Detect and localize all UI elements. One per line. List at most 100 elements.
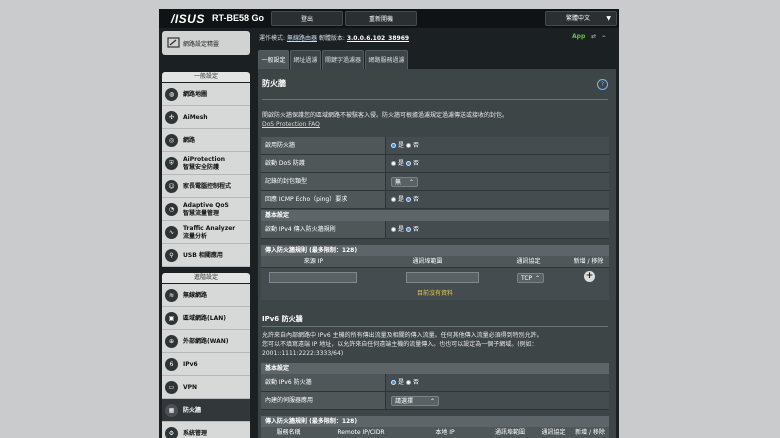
firewall-description: 開啟防火牆保護您的區域網路不被駭客入侵。防火牆可根據過濾規定過濾傳送或接收的封包… [262,112,509,119]
reboot-button[interactable]: 重新開機 [345,11,417,26]
col-port-range: 通訊埠範圍 [412,258,443,265]
col-remote-ip: Remote IP/CIDR [337,429,385,436]
sidebar-item-firewall[interactable]: ▦ 防火牆 [162,399,250,422]
sidebar-item-label: 無線網路 [183,292,208,299]
sidebar-item-label: 網路 [183,137,196,144]
help-icon[interactable]: ? [597,79,608,90]
quick-setup-button[interactable]: 網路設定精靈 [162,31,250,55]
radio-yes-label: 是 [398,142,405,149]
sidebar-item-ipv6[interactable]: 6 IPv6 [162,353,250,376]
radio-yes[interactable] [391,143,396,148]
sidebar-item-network-map[interactable]: ◍ 網路地圖 [162,83,250,106]
row-ipv4-inbound: 啟動 IPv4 傳入防火牆規則 是 否 [261,221,609,239]
radio-yes[interactable] [391,227,396,232]
sidebar-item-usb[interactable]: ⚲ USB 相關應用 [162,244,250,267]
sidebar-item-aiprotection[interactable]: ⛨ AiProtection 智慧安全防護 [162,152,250,175]
link-status-icon[interactable]: ⇄ [591,33,596,40]
col-local-ip: 本地 IP [435,429,455,436]
row-builtin-server-app: 內建的伺服器應用 請選擇 ⌃ [261,392,609,410]
ipv6-desc-3: 2001::1111:2222:3333/64) [262,350,344,357]
radio-no[interactable] [405,143,411,148]
logged-packets-wrap: 無 ⌃ [391,173,418,190]
enable-ipv6-firewall-radios: 是 否 [391,374,419,391]
logout-button[interactable]: 登出 [271,11,343,26]
inbound-rule-input-row: TCP ⌃ + [261,268,609,288]
radio-no[interactable] [405,161,411,166]
no-data-message: 目前沒有資料 [261,288,609,300]
ipv6-desc-2: 您可以不填寫遠端 IP 地址，以允許來自任何遠端主機的流量傳入。也也可以設定為一… [262,341,538,348]
globe-icon: ◎ [165,134,178,147]
tab-keyword-filter[interactable]: 關鍵字過濾器 [322,50,364,69]
firewall-panel: 防火牆 ? 開啟防火牆保護您的區域網路不被駭客入侵。防火牆可根據過濾規定過濾傳送… [258,69,616,438]
add-rule-button[interactable]: + [584,271,595,282]
sidebar-item-label: Traffic Analyzer [183,225,236,232]
asus-logo: /ISUS [171,12,205,26]
model-name: RT-BE58 Go [212,13,265,23]
sidebar-item-traffic-analyzer[interactable]: ∿ Traffic Analyzer 流量分析 [162,221,250,244]
radio-no-label: 否 [412,160,419,167]
tab-general[interactable]: 一般設定 [258,50,289,69]
radio-yes[interactable] [391,161,396,166]
port-range-input[interactable] [406,272,479,283]
usb-icon: ⚲ [165,249,178,262]
app-link[interactable]: App [572,33,585,40]
sidebar-item-label: AiMesh [183,114,208,121]
analyzer-icon: ∿ [165,226,178,239]
chevron-updown-icon: ⌃ [429,397,435,405]
sidebar-item-label: AiProtection [183,156,225,163]
radio-yes-label: 是 [398,160,405,167]
sidebar-item-sublabel: 智慧安全防護 [183,164,220,171]
sidebar-item-administration[interactable]: ⚙ 系統管理 [162,422,250,438]
status-icons: App ⇄ ⌁ [572,33,606,40]
logged-packets-select[interactable]: 無 ⌃ [391,176,418,187]
mode-value-link[interactable]: 無線路由器 [287,35,317,42]
radio-no[interactable] [405,227,411,232]
dos-faq-link[interactable]: DoS Protection FAQ [262,121,320,128]
sidebar-item-label: VPN [183,384,198,391]
sidebar-item-wireless[interactable]: ≋ 無線網路 [162,284,250,307]
language-select[interactable]: 繁體中文 ▼ [545,11,617,26]
radio-no-label: 否 [412,142,419,149]
source-ip-input[interactable] [269,272,357,283]
protocol-select[interactable]: TCP ⌃ [517,273,544,283]
sidebar-item-internet[interactable]: ◎ 網路 [162,129,250,152]
ipv6-rules-bar: 傳入防火牆規則 (最多限制：128) [261,416,609,427]
ipv6-basic-bar: 基本設定 [261,363,609,374]
radio-yes[interactable] [391,380,396,385]
usb-status-icon[interactable]: ⌁ [602,33,606,40]
firmware-version-link[interactable]: 3.0.0.6.102_38969 [347,35,409,42]
builtin-server-app-select[interactable]: 請選擇 ⌃ [391,395,439,406]
dos-faq-wrap: DoS Protection FAQ [262,120,607,129]
col-service-name: 服務名稱 [276,429,301,436]
col-protocol: 通訊協定 [516,258,541,265]
sidebar-item-qos[interactable]: ◔ Adaptive QoS 智慧流量管理 [162,198,250,221]
inbound-rules-bar: 傳入防火牆規則 (最多限制：128) [261,245,609,256]
select-value: TCP [521,275,533,282]
top-header: /ISUS RT-BE58 Go 登出 重新開機 繁體中文 ▼ [159,9,619,28]
radio-yes[interactable] [391,197,396,202]
radio-yes-label: 是 [398,379,405,386]
vpn-icon: ▭ [165,381,178,394]
firewall-icon: ▦ [165,404,178,417]
tab-service-filter[interactable]: 網路服務過濾 [365,50,408,69]
builtin-server-app-wrap: 請選擇 ⌃ [391,392,439,409]
radio-no[interactable] [405,380,411,385]
sidebar-item-vpn[interactable]: ▭ VPN [162,376,250,399]
page-title: 防火牆 [262,79,286,88]
enable-firewall-label: 啟用防火牆 [261,137,386,154]
col-add-remove: 新增 / 移除 [573,258,604,265]
sidebar-item-lan[interactable]: ▣ 區域網路(LAN) [162,307,250,330]
sidebar-item-parental[interactable]: ☺ 家長電腦控制程式 [162,175,250,198]
select-value: 請選擇 [395,397,414,405]
tab-url-filter[interactable]: 網址過濾 [290,50,321,69]
enable-ipv6-firewall-label: 啟動 IPv6 防火牆 [261,374,386,391]
sidebar-item-label: 系統管理 [183,430,208,437]
row-enable-firewall: 啟用防火牆 是 否 [261,137,609,155]
chevron-down-icon: ▼ [606,15,611,22]
col-port-range: 通訊埠範圍 [494,429,525,436]
radio-no[interactable] [405,197,411,202]
shield-icon: ⛨ [165,157,178,170]
sidebar-item-wan[interactable]: ⊕ 外部網路(WAN) [162,330,250,353]
sidebar-item-label: 家長電腦控制程式 [183,183,232,190]
sidebar-item-aimesh[interactable]: ✣ AiMesh [162,106,250,129]
